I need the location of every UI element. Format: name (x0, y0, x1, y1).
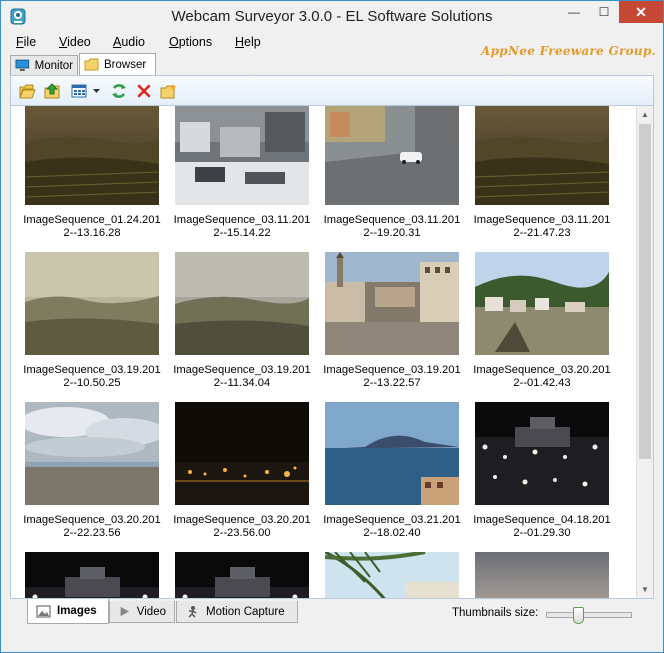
thumbnail-caption-line2: 2--13.16.28 (63, 227, 121, 239)
thumbnail-caption-line1: ImageSequence_03.11.201 (323, 214, 461, 226)
thumbnail-caption-line2: 2--11.34.04 (213, 377, 271, 389)
thumbnail-image[interactable] (475, 552, 609, 599)
thumbnail-caption-line2: 2--01.42.43 (513, 377, 571, 389)
thumbnail-image[interactable] (325, 252, 459, 355)
thumbnail-image[interactable] (475, 252, 609, 355)
minimize-button[interactable]: — (559, 1, 589, 23)
thumbnail-caption: ImageSequence_03.20.201 2--23.56.00 (169, 514, 315, 540)
thumbnail-caption-line2: 2--23.56.00 (213, 527, 271, 539)
tab-browser[interactable]: Browser (79, 53, 156, 75)
tab-video-label: Video (136, 605, 166, 618)
thumbnail-image[interactable] (175, 105, 309, 205)
thumbnail-caption-line1: ImageSequence_04.18.201 (473, 514, 611, 526)
thumbnail-caption: ImageSequence_03.11.201 2--15.14.22 (169, 214, 315, 240)
thumbnail-caption-line2: 2--10.50.25 (63, 377, 121, 389)
motion-icon (188, 606, 197, 618)
close-button[interactable]: ✕ (619, 1, 663, 23)
vertical-scrollbar[interactable]: ▲ ▼ (636, 106, 653, 598)
tab-monitor[interactable]: Monitor (10, 55, 78, 75)
bottom-bar: Images Video Motion Capture Thumbnails s… (1, 599, 663, 652)
thumbnail-caption: ImageSequence_03.11.201 2--21.47.23 (469, 214, 615, 240)
delete-icon[interactable] (135, 83, 152, 99)
tab-monitor-label: Monitor (34, 59, 73, 72)
watermark-text: AppNee Freeware Group. (481, 44, 657, 58)
thumbnail-caption: ImageSequence_04.18.201 2--01.29.30 (469, 514, 615, 540)
title-bar: Webcam Surveyor 3.0.0 - EL Software Solu… (1, 1, 663, 33)
thumbnail-image[interactable] (325, 105, 459, 205)
thumbnail-caption-line2: 2--13.22.57 (363, 377, 421, 389)
thumbnail-caption-line1: ImageSequence_03.20.201 (473, 364, 611, 376)
thumbnail-image[interactable] (25, 402, 159, 505)
thumbnail-caption-line2: 2--01.29.30 (513, 527, 571, 539)
thumbnail-caption-line1: ImageSequence_01.24.201 (23, 214, 161, 226)
tab-images-label: Images (57, 605, 97, 617)
scroll-down-icon[interactable]: ▼ (637, 581, 653, 598)
slider-handle[interactable] (573, 607, 584, 624)
monitor-icon (15, 59, 30, 71)
tab-motion-capture-label: Motion Capture (206, 605, 285, 618)
thumbnail-caption-line2: 2--15.14.22 (213, 227, 271, 239)
play-icon (120, 606, 130, 617)
thumbnail-caption-line1: ImageSequence_03.19.201 (23, 364, 161, 376)
browser-toolbar (10, 75, 654, 105)
tab-video[interactable]: Video (109, 601, 175, 623)
thumbnail-caption-line1: ImageSequence_03.19.201 (323, 364, 461, 376)
dropdown-arrow-icon[interactable] (91, 83, 101, 99)
thumbnail-caption: ImageSequence_03.21.201 2--18.02.40 (319, 514, 465, 540)
thumbnail-image[interactable] (25, 552, 159, 599)
tab-images[interactable]: Images (27, 599, 109, 624)
thumbnail-caption-line1: ImageSequence_03.19.201 (173, 364, 311, 376)
thumbnails-size-slider[interactable] (546, 607, 632, 624)
thumbnail-caption: ImageSequence_03.20.201 2--01.42.43 (469, 364, 615, 390)
up-folder-icon[interactable] (44, 83, 61, 99)
app-window: Webcam Surveyor 3.0.0 - EL Software Solu… (0, 0, 664, 653)
thumbnail-caption-line2: 2--18.02.40 (363, 527, 421, 539)
thumbnail-caption-line2: 2--22.23.56 (63, 527, 121, 539)
thumbnail-caption-line1: ImageSequence_03.11.201 (473, 214, 611, 226)
scroll-thumb[interactable] (639, 124, 651, 459)
scroll-up-icon[interactable]: ▲ (637, 106, 653, 123)
open-folder-icon[interactable] (19, 83, 36, 99)
menu-file[interactable]: File (16, 35, 36, 49)
menu-help[interactable]: Help (235, 35, 261, 49)
thumbnail-image[interactable] (25, 252, 159, 355)
thumbnail-image[interactable] (475, 105, 609, 205)
refresh-icon[interactable] (110, 83, 127, 99)
thumbnail-caption-line2: 2--19.20.31 (363, 227, 421, 239)
thumbnail-image[interactable] (325, 552, 459, 599)
menu-video[interactable]: Video (59, 35, 91, 49)
menu-audio[interactable]: Audio (113, 35, 145, 49)
maximize-button[interactable]: ☐ (589, 1, 619, 23)
thumbnail-caption-line1: ImageSequence_03.11.201 (173, 214, 311, 226)
menu-options[interactable]: Options (169, 35, 212, 49)
thumbnails-size-label: Thumbnails size: (452, 607, 539, 619)
thumbnail-image[interactable] (475, 402, 609, 505)
tab-motion-capture[interactable]: Motion Capture (176, 601, 298, 623)
thumbnail-caption: ImageSequence_03.19.201 2--10.50.25 (19, 364, 165, 390)
thumbnail-caption: ImageSequence_03.11.201 2--19.20.31 (319, 214, 465, 240)
thumbnail-caption: ImageSequence_03.19.201 2--13.22.57 (319, 364, 465, 390)
thumbnail-image[interactable] (25, 105, 159, 205)
view-mode-icon[interactable] (70, 83, 87, 99)
thumbnail-image[interactable] (175, 402, 309, 505)
thumbnail-caption-line1: ImageSequence_03.21.201 (323, 514, 461, 526)
image-icon (36, 605, 51, 617)
thumbnail-caption: ImageSequence_03.20.201 2--22.23.56 (19, 514, 165, 540)
folder-icon (84, 58, 99, 71)
new-folder-icon[interactable] (160, 83, 177, 99)
thumbnail-image[interactable] (175, 252, 309, 355)
thumbnail-caption-line1: ImageSequence_03.20.201 (173, 514, 311, 526)
thumbnail-caption-line2: 2--21.47.23 (513, 227, 571, 239)
thumbnail-browser: ImageSequence_01.24.201 2--13.16.28 ImageS… (10, 105, 654, 599)
thumbnail-caption: ImageSequence_01.24.201 2--13.16.28 (19, 214, 165, 240)
thumbnail-caption: ImageSequence_03.19.201 2--11.34.04 (169, 364, 315, 390)
thumbnail-image[interactable] (325, 402, 459, 505)
tab-browser-label: Browser (104, 58, 147, 71)
thumbnail-image[interactable] (175, 552, 309, 599)
thumbnail-caption-line1: ImageSequence_03.20.201 (23, 514, 161, 526)
